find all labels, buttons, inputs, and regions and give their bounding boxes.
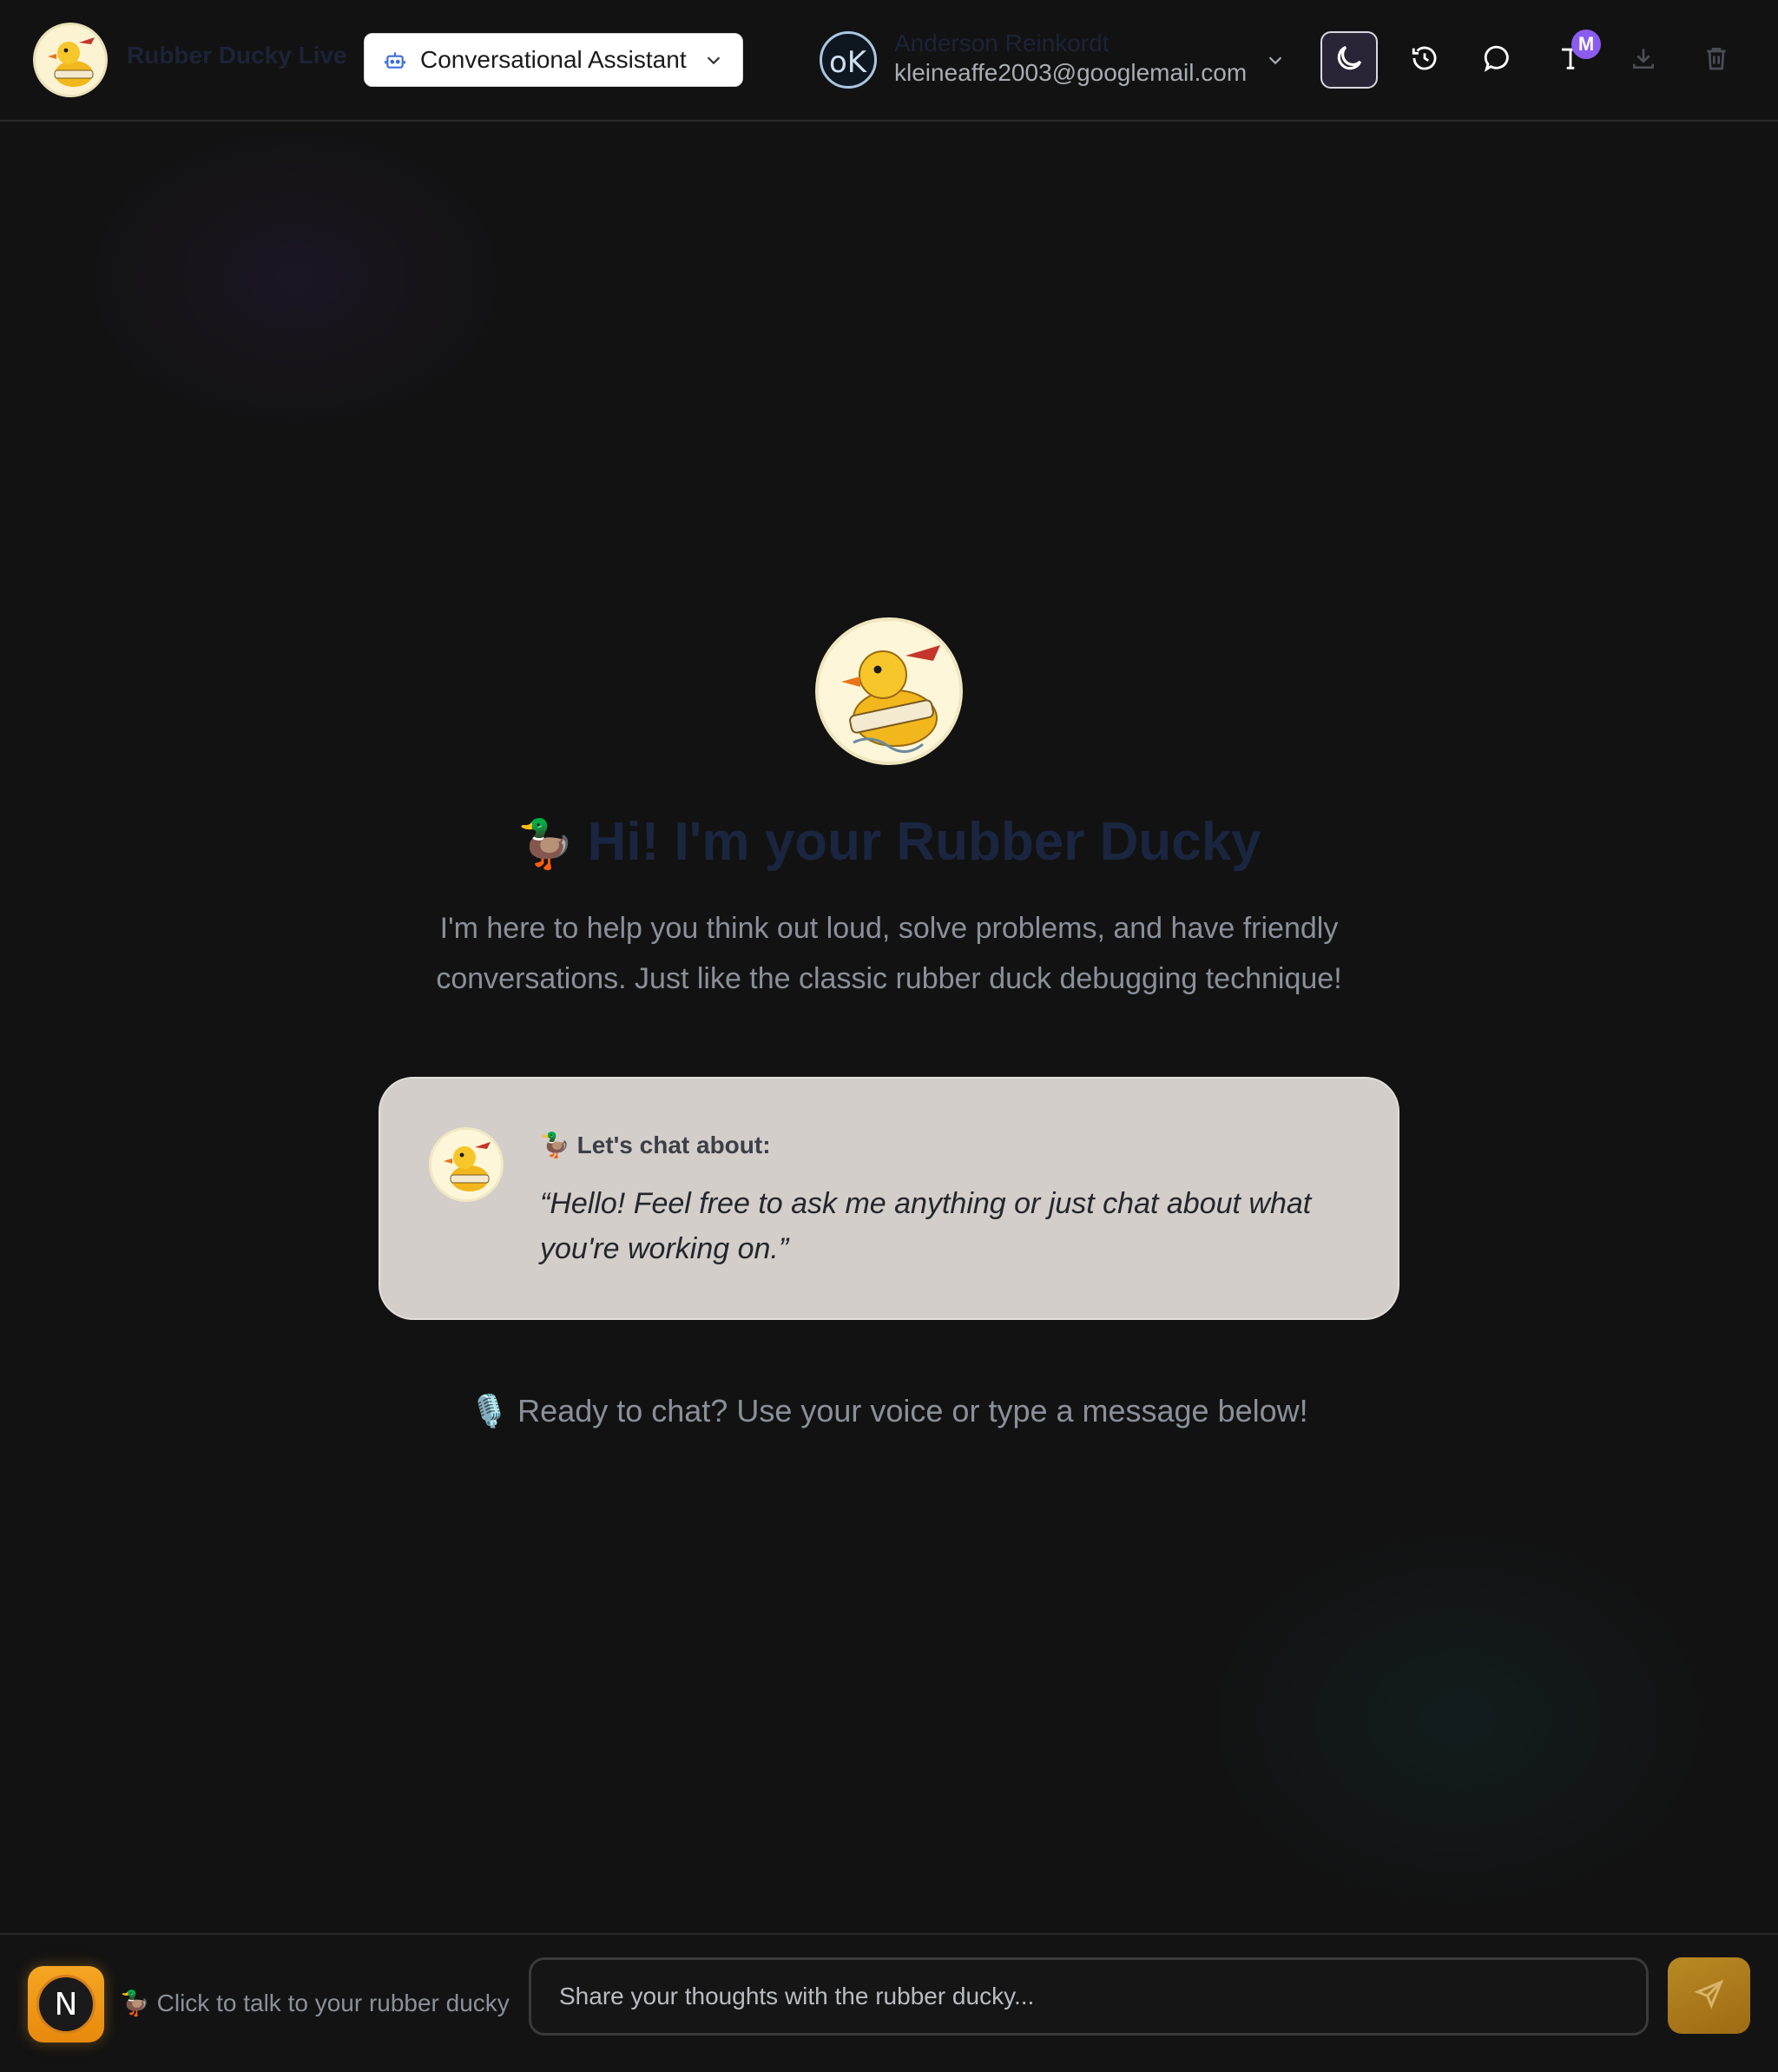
starter-prompt-card: 🦆 Let's chat about: “Hello! Feel free to… [379,1077,1399,1320]
bottom-input-bar: N 🦆 Click to talk to your rubber ducky [0,1933,1778,2072]
top-header: Rubber Ducky Live Conversational Assista… [0,0,1778,122]
ready-hint: 🎙️ Ready to chat? Use your voice or type… [470,1393,1308,1429]
brand-name: Rubber Ducky Live [127,42,347,69]
hero-title: 🦆 Hi! I'm your Rubber Ducky [0,811,1778,873]
send-icon [1694,1978,1725,2014]
hero-subtitle: I'm here to help you think out loud, sol… [436,912,1342,995]
duck-emoji-icon: 🦆 [517,818,576,870]
font-badge: M [1571,30,1601,59]
trash-icon [1702,44,1730,76]
history-button[interactable] [1396,31,1453,89]
user-avatar[interactable]: oK [820,31,877,89]
history-icon [1410,43,1439,77]
user-email: kleineaffe2003@googlemail.com [894,59,1248,86]
hero-duck-avatar [815,617,963,765]
rubber-duck-logo-icon[interactable] [33,23,108,97]
theme-toggle-button[interactable] [1320,31,1378,89]
app-root: Rubber Ducky Live Conversational Assista… [0,0,1778,2072]
message-input[interactable] [529,1957,1649,2036]
delete-button[interactable] [1688,31,1745,89]
card-heading: 🦆 Let's chat about: [540,1132,771,1158]
chevron-down-icon [704,50,723,69]
bot-icon [384,49,406,71]
hero-title-text: Hi! I'm your Rubber Ducky [587,812,1261,872]
download-button[interactable] [1615,31,1672,89]
card-quote: “Hello! Feel free to ask me anything or … [540,1187,1312,1265]
card-duck-avatar [429,1127,504,1202]
mode-select-dropdown[interactable]: Conversational Assistant [364,33,743,87]
download-icon [1630,44,1657,76]
mode-select-value: Conversational Assistant [420,46,687,73]
chat-bubble-icon [1483,43,1512,77]
voice-button-letter: N [36,1975,95,2034]
moon-icon [1333,42,1366,79]
chat-button[interactable] [1469,31,1526,89]
user-name: Anderson Reinkordt [894,30,1110,56]
talk-label[interactable]: 🦆 Click to talk to your rubber ducky [120,1989,510,2017]
send-button[interactable] [1668,1957,1750,2034]
user-avatar-initials: oK [829,45,868,80]
voice-talk-button[interactable]: N [28,1966,104,2042]
user-menu-chevron-down-icon[interactable] [1266,50,1285,69]
